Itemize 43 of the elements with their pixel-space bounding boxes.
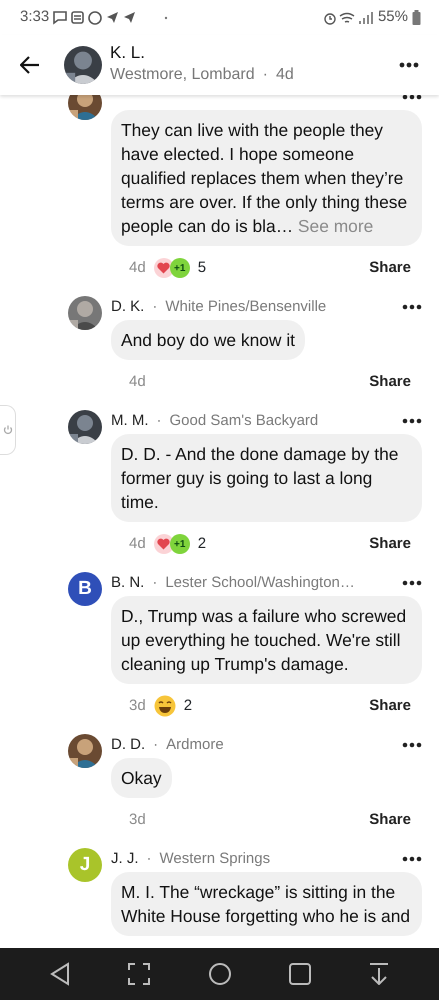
comment-text: And boy do we know it bbox=[111, 320, 306, 360]
dot-separator: · bbox=[152, 572, 158, 593]
share-link[interactable]: Share bbox=[369, 532, 411, 556]
battery-percent: 55% bbox=[378, 7, 408, 28]
comment-age: 4d bbox=[129, 534, 146, 554]
commenter-location: Western Springs bbox=[160, 848, 270, 869]
comment-age: 3d bbox=[129, 696, 146, 716]
commenter-location: Ardmore bbox=[166, 734, 224, 755]
dot-separator: · bbox=[153, 734, 158, 755]
share-link[interactable]: Share bbox=[369, 256, 411, 280]
share-link[interactable]: Share bbox=[369, 370, 411, 394]
comment-text: Okay bbox=[111, 758, 172, 798]
commenter-name[interactable]: D. D. bbox=[111, 734, 146, 756]
status-time: 3:33 bbox=[20, 7, 50, 28]
dot-separator: · bbox=[262, 65, 268, 85]
letter-avatar[interactable]: B bbox=[68, 572, 102, 606]
commenter-location: Good Sam's Backyard bbox=[170, 410, 318, 431]
dot-separator: · bbox=[152, 296, 158, 317]
commenter-name[interactable]: D. K. bbox=[111, 296, 144, 318]
commenter-name[interactable]: B. N. bbox=[111, 572, 144, 594]
comment-text: They can live with the people they have elected. I hope someone qualified replaces them when they’re terms are over. If the only thing these people can do is bla… See more bbox=[111, 110, 422, 246]
dot-separator: · bbox=[156, 410, 162, 431]
comment-text: M. I. The “wreckage” is sitting in the White House forgetting who he is and bbox=[111, 872, 422, 936]
comment-age: 4d bbox=[129, 258, 146, 278]
share-link[interactable]: Share bbox=[369, 808, 411, 832]
commenter-location: Lester School/Washington… bbox=[165, 572, 355, 593]
dot-separator: · bbox=[146, 848, 152, 869]
reaction-count[interactable]: 2 bbox=[198, 532, 206, 556]
plus-one-reaction: +1 bbox=[170, 534, 190, 554]
commenter-location: White Pines/Bensenville bbox=[165, 296, 326, 317]
reaction-count[interactable]: 2 bbox=[184, 694, 192, 718]
comment-age: 4d bbox=[129, 372, 146, 392]
post-author: K. L. bbox=[110, 43, 146, 63]
comment-age: 3d bbox=[129, 810, 146, 830]
share-link[interactable]: Share bbox=[369, 694, 411, 718]
commenter-name[interactable]: J. J. bbox=[111, 848, 139, 870]
post-age: 4d bbox=[276, 65, 294, 85]
comment-text: D. D. - And the done damage by the former guy is going to last a long time. bbox=[111, 434, 422, 522]
plus-one-reaction: +1 bbox=[170, 258, 190, 278]
comment-text: D., Trump was a failure who screwed up everything he touched. We're still cleaning up Trump's damage. bbox=[111, 596, 422, 684]
reaction-count[interactable]: 5 bbox=[198, 256, 206, 280]
post-location: Westmore, Lombard bbox=[110, 65, 255, 85]
commenter-name[interactable]: M. M. bbox=[111, 410, 148, 432]
